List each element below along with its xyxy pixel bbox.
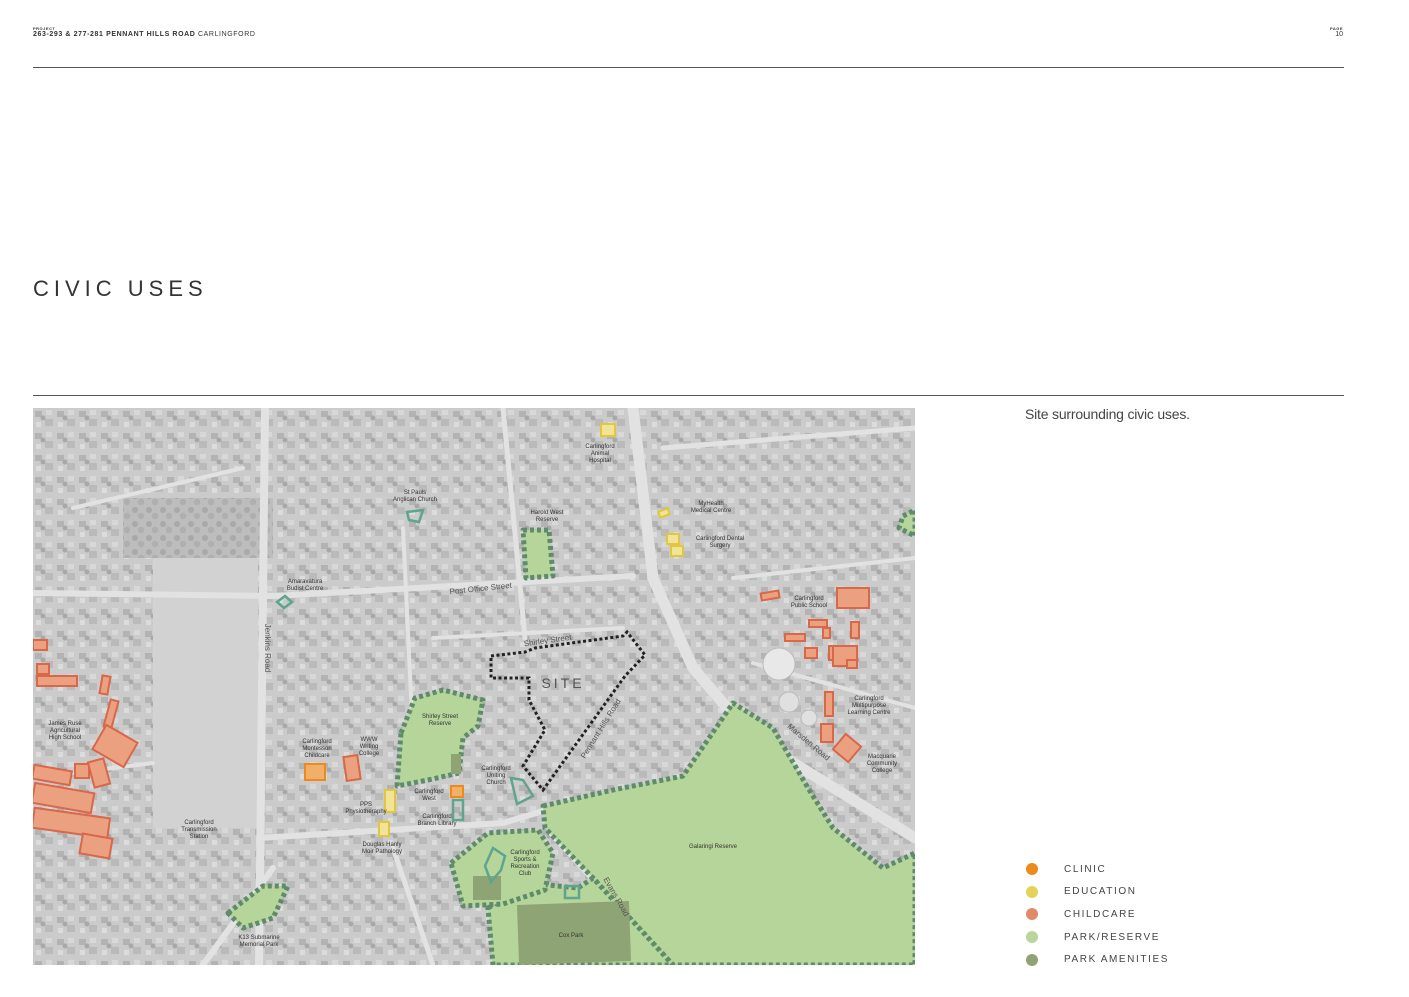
legend-item-education: EDUCATION xyxy=(1026,881,1169,904)
legend-dot xyxy=(1026,908,1038,921)
header-rule xyxy=(33,67,1344,68)
harold-west-reserve xyxy=(520,527,556,581)
legend-label: CLINIC xyxy=(1064,863,1107,875)
map-legend: CLINIC EDUCATION CHILDCARE PARK/RESERVE … xyxy=(1026,858,1169,971)
label-montessori: Carlingford Montessori Childcare xyxy=(302,739,331,759)
legend-label: EDUCATION xyxy=(1064,886,1137,898)
label-k13: K13 Submarine Memorial Park xyxy=(238,935,280,948)
map-caption: Site surrounding civic uses. xyxy=(1025,406,1190,422)
sports-field xyxy=(473,876,501,900)
header-project-suburb: CARLINGFORD xyxy=(197,31,256,38)
storage-tank xyxy=(800,709,818,727)
header-project-address: 263-293 & 277-281 PENNANT HILLS ROAD xyxy=(33,31,196,38)
label-amaravatura: Amaravatura Budist Centre xyxy=(287,579,324,592)
header-project: 263-293 & 277-281 PENNANT HILLS ROAD CAR… xyxy=(33,31,256,38)
storage-tank xyxy=(778,691,800,713)
legend-item-park-reserve: PARK/RESERVE xyxy=(1026,926,1169,949)
storage-tank xyxy=(762,647,796,681)
legend-item-childcare: CHILDCARE xyxy=(1026,903,1169,926)
vegetated-land xyxy=(123,498,273,558)
legend-dot xyxy=(1026,885,1038,898)
label-galaringi: Galaringi Reserve xyxy=(689,844,738,850)
legend-item-clinic: CLINIC xyxy=(1026,858,1169,881)
legend-dot xyxy=(1026,931,1038,944)
legend-label: PARK/RESERVE xyxy=(1064,931,1161,943)
legend-dot xyxy=(1026,953,1038,966)
label-cox-park: Cox Park xyxy=(559,933,585,939)
legend-label: PARK AMENITIES xyxy=(1064,954,1170,966)
legend-label: CHILDCARE xyxy=(1064,908,1137,920)
label-public-school: Carlingford Public School xyxy=(791,596,827,609)
legend-item-park-amenities: PARK AMENITIES xyxy=(1026,948,1169,971)
label-douglas-hanly: Douglas Hanly Moir Pathology xyxy=(362,842,402,855)
label-james-ruse: James Ruse Agricultural High School xyxy=(48,721,82,741)
road-label-jenkins: Jenkins Road xyxy=(263,624,272,672)
site-label: SITE xyxy=(541,675,584,691)
reserve-amenity xyxy=(451,754,461,774)
page-title: CIVIC USES xyxy=(33,275,208,301)
section-rule xyxy=(33,395,1344,396)
civic-uses-map[interactable]: SITE Jenkins Road Post Office Street Shi… xyxy=(33,408,915,965)
label-www-writing: WWW Writing College xyxy=(359,737,380,757)
header-page-number: 10 xyxy=(1335,31,1343,38)
legend-dot xyxy=(1026,863,1038,876)
label-branch-library: Carlingford Branch Library xyxy=(417,814,456,827)
